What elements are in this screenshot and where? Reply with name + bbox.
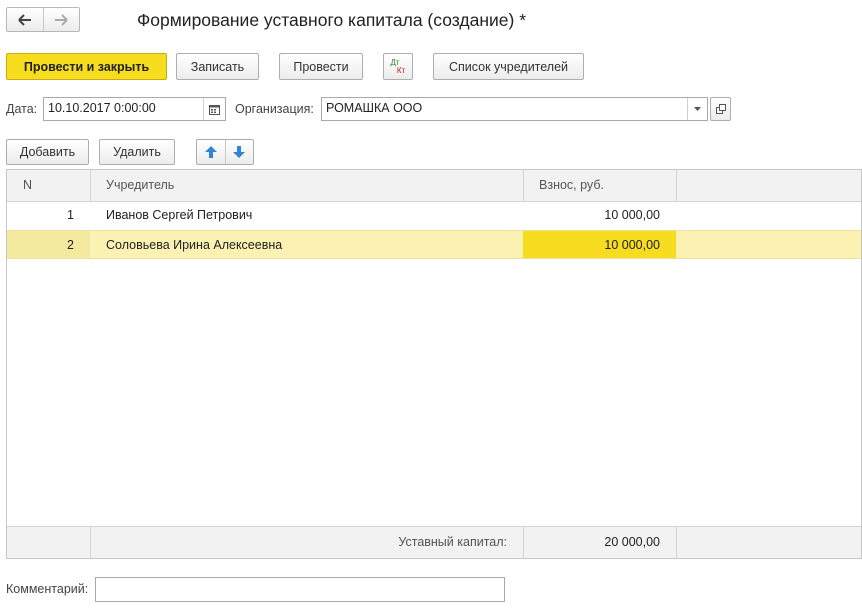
- forward-button[interactable]: [42, 8, 80, 31]
- calendar-icon: [209, 104, 220, 115]
- arrow-down-icon: [233, 146, 246, 158]
- table-row[interactable]: 1 Иванов Сергей Петрович 10 000,00: [7, 201, 861, 230]
- page-title: Формирование уставного капитала (создани…: [137, 10, 526, 30]
- move-up-button[interactable]: [197, 140, 225, 164]
- organization-open-button[interactable]: [710, 97, 731, 121]
- column-header-n[interactable]: N: [7, 170, 90, 201]
- contribution-amount[interactable]: 10 000,00: [523, 231, 660, 258]
- organization-dropdown-button[interactable]: [687, 98, 707, 120]
- post-and-close-button[interactable]: Провести и закрыть: [6, 53, 167, 80]
- add-row-button[interactable]: Добавить: [6, 139, 89, 165]
- column-divider: [676, 170, 677, 201]
- column-header-amount[interactable]: Взнос, руб.: [523, 170, 676, 201]
- date-label: Дата:: [6, 102, 38, 116]
- column-header-founder[interactable]: Учредитель: [90, 170, 523, 201]
- arrow-up-icon: [204, 146, 217, 158]
- founders-list-button[interactable]: Список учредителей: [433, 53, 584, 80]
- arrow-left-icon: [18, 13, 31, 26]
- founders-table: N Учредитель Взнос, руб. 1 Иванов Сергей…: [6, 169, 862, 559]
- column-divider: [90, 170, 91, 201]
- arrow-right-icon: [55, 13, 68, 26]
- column-divider: [676, 527, 677, 558]
- table-row-selected[interactable]: 2 Соловьева Ирина Алексеевна 10 000,00: [7, 230, 861, 259]
- table-header: N Учредитель Взнос, руб.: [7, 170, 861, 202]
- save-button[interactable]: Записать: [176, 53, 259, 80]
- date-field[interactable]: 10.10.2017 0:00:00: [43, 97, 226, 121]
- back-button[interactable]: [7, 8, 43, 31]
- open-icon: [715, 104, 726, 114]
- organization-value: РОМАШКА ООО: [326, 101, 423, 115]
- comment-label: Комментарий:: [6, 582, 89, 596]
- founder-name: Иванов Сергей Петрович: [106, 208, 253, 222]
- dt-kt-button[interactable]: Дт Кт: [383, 53, 413, 80]
- date-value: 10.10.2017 0:00:00: [48, 101, 156, 115]
- charter-capital-label: Уставный капитал:: [398, 535, 507, 549]
- contribution-amount: 10 000,00: [604, 208, 660, 222]
- column-divider: [523, 170, 524, 201]
- row-number: 1: [67, 208, 74, 222]
- table-footer: Уставный капитал: 20 000,00: [7, 526, 861, 558]
- charter-capital-total: 20 000,00: [604, 535, 660, 549]
- chevron-down-icon: [694, 107, 701, 111]
- organization-field[interactable]: РОМАШКА ООО: [321, 97, 708, 121]
- row-number: 2: [67, 238, 74, 252]
- nav-group: [6, 7, 80, 32]
- post-button[interactable]: Провести: [279, 53, 363, 80]
- delete-row-button[interactable]: Удалить: [99, 139, 175, 165]
- calendar-button[interactable]: [203, 98, 225, 120]
- founder-name: Соловьева Ирина Алексеевна: [106, 238, 283, 252]
- organization-label: Организация:: [235, 102, 314, 116]
- move-down-button[interactable]: [224, 140, 254, 164]
- dt-kt-icon-bottom: Кт: [396, 65, 406, 75]
- comment-input[interactable]: [95, 577, 505, 602]
- move-buttons-group: [196, 139, 254, 165]
